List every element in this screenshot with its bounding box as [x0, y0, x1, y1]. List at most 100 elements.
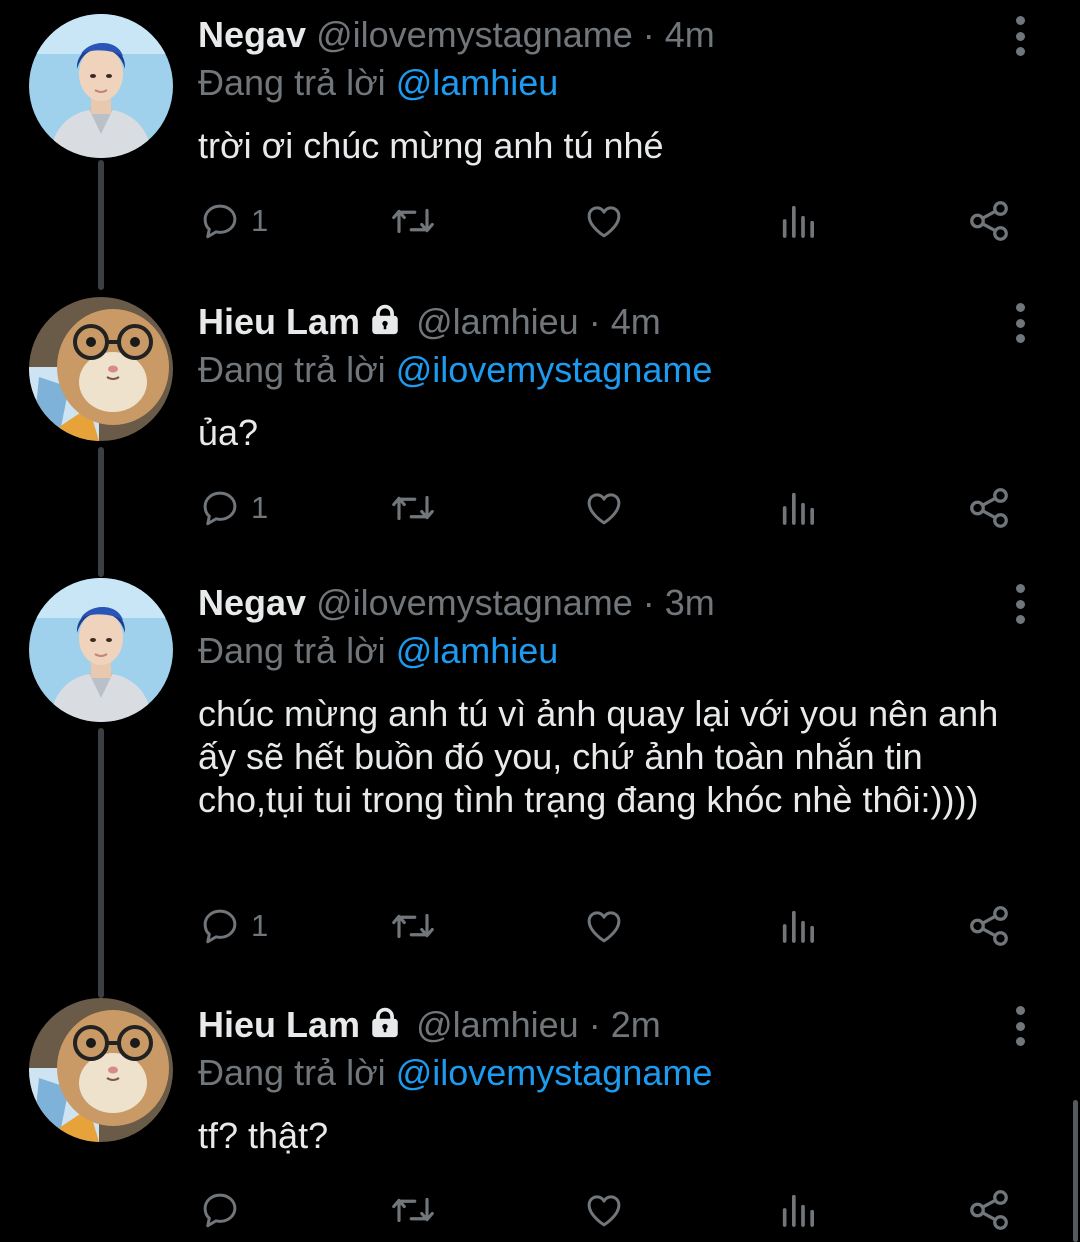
- share-icon: [970, 488, 1008, 528]
- views-button[interactable]: [778, 1185, 818, 1235]
- more-icon[interactable]: [1008, 1006, 1032, 1046]
- avatar[interactable]: [29, 998, 173, 1142]
- like-button[interactable]: [582, 901, 626, 951]
- views-button[interactable]: [778, 196, 818, 246]
- scrollbar[interactable]: [1073, 1100, 1078, 1242]
- user-handle[interactable]: @ilovemystagname: [316, 582, 633, 623]
- separator-dot: ·: [588, 301, 601, 342]
- views-button[interactable]: [778, 901, 818, 951]
- like-icon: [587, 206, 621, 238]
- mention-link[interactable]: @ilovemystagname: [396, 1052, 713, 1093]
- tweet-header: Negav @ilovemystagname · 4m: [198, 14, 715, 56]
- display-name[interactable]: Negav: [198, 14, 306, 55]
- tweet[interactable]: Hieu Lam @lamhieu · 2m Đang trả lời @ilo…: [0, 990, 1080, 1242]
- reply-icon: [203, 1193, 237, 1228]
- like-icon: [587, 911, 621, 943]
- replying-to: Đang trả lời @lamhieu: [198, 630, 558, 672]
- tweet[interactable]: Hieu Lam @lamhieu · 4m Đang trả lời @ilo…: [0, 287, 1080, 577]
- retweet-icon: [392, 495, 434, 521]
- tweet[interactable]: Negav @ilovemystagname · 3m Đang trả lời…: [0, 568, 1080, 998]
- share-icon: [970, 201, 1008, 241]
- lock-icon: [372, 1007, 398, 1038]
- action-bar: 1: [0, 901, 1080, 951]
- reply-button[interactable]: 1: [199, 196, 268, 246]
- replying-to: Đang trả lời @ilovemystagname: [198, 349, 712, 391]
- replying-to: Đang trả lời @ilovemystagname: [198, 1052, 712, 1094]
- avatar[interactable]: [29, 297, 173, 441]
- user-handle[interactable]: @lamhieu: [416, 1004, 579, 1045]
- more-icon[interactable]: [1008, 584, 1032, 624]
- share-button[interactable]: [966, 1185, 1012, 1235]
- retweet-button[interactable]: [387, 196, 439, 246]
- share-button[interactable]: [966, 483, 1012, 533]
- like-button[interactable]: [582, 483, 626, 533]
- tweet[interactable]: Negav @ilovemystagname · 4m Đang trả lời…: [0, 0, 1080, 290]
- tweet-text: tf? thật?: [198, 1115, 329, 1156]
- tweet-header: Hieu Lam @lamhieu · 2m: [198, 1004, 661, 1046]
- replying-prefix: Đang trả lời: [198, 349, 386, 390]
- reply-button[interactable]: 1: [199, 901, 268, 951]
- separator-dot: ·: [642, 14, 655, 55]
- reply-count: 1: [251, 490, 269, 525]
- lock-icon: [372, 304, 398, 335]
- tweet-header: Negav @ilovemystagname · 3m: [198, 582, 715, 624]
- views-icon: [782, 1194, 814, 1227]
- more-icon[interactable]: [1008, 303, 1032, 343]
- retweet-icon: [392, 208, 434, 234]
- action-bar: 1: [0, 196, 1080, 246]
- reply-count: 1: [251, 908, 269, 943]
- reply-thread: Negav @ilovemystagname · 4m Đang trả lời…: [0, 0, 1080, 1242]
- display-name[interactable]: Hieu Lam: [198, 301, 360, 342]
- avatar[interactable]: [29, 14, 173, 158]
- timestamp[interactable]: 2m: [611, 1004, 661, 1045]
- replying-prefix: Đang trả lời: [198, 630, 386, 671]
- action-bar: 1: [0, 483, 1080, 533]
- share-icon: [970, 1190, 1008, 1230]
- tweet-text: ủa?: [198, 412, 259, 453]
- separator-dot: ·: [642, 582, 655, 623]
- like-icon: [587, 493, 621, 525]
- person-avatar: [29, 578, 173, 722]
- replying-prefix: Đang trả lời: [198, 62, 386, 103]
- tweet-header: Hieu Lam @lamhieu · 4m: [198, 301, 661, 343]
- views-icon: [782, 492, 814, 525]
- reply-icon: [203, 491, 237, 526]
- share-button[interactable]: [966, 196, 1012, 246]
- tweet-text: chúc mừng anh tú vì ảnh quay lại với you…: [198, 693, 999, 820]
- timestamp[interactable]: 4m: [665, 14, 715, 55]
- tweet-text: trời ơi chúc mừng anh tú nhé: [198, 125, 664, 166]
- reply-icon: [203, 909, 237, 944]
- replying-prefix: Đang trả lời: [198, 1052, 386, 1093]
- user-handle[interactable]: @ilovemystagname: [316, 14, 633, 55]
- display-name[interactable]: Negav: [198, 582, 306, 623]
- person-avatar: [29, 14, 173, 158]
- retweet-button[interactable]: [387, 1185, 439, 1235]
- reply-icon: [203, 204, 237, 239]
- retweet-button[interactable]: [387, 483, 439, 533]
- display-name[interactable]: Hieu Lam: [198, 1004, 360, 1045]
- replying-to: Đang trả lời @lamhieu: [198, 62, 558, 104]
- user-handle[interactable]: @lamhieu: [416, 301, 579, 342]
- mention-link[interactable]: @ilovemystagname: [396, 349, 713, 390]
- retweet-button[interactable]: [387, 901, 439, 951]
- timestamp[interactable]: 3m: [665, 582, 715, 623]
- like-button[interactable]: [582, 1185, 626, 1235]
- avatar[interactable]: [29, 578, 173, 722]
- views-button[interactable]: [778, 483, 818, 533]
- retweet-icon: [392, 913, 434, 939]
- action-bar: [0, 1185, 1080, 1235]
- mention-link[interactable]: @lamhieu: [396, 62, 559, 103]
- separator-dot: ·: [588, 1004, 601, 1045]
- thread-connector: [98, 728, 104, 998]
- share-icon: [970, 906, 1008, 946]
- reply-button[interactable]: [199, 1185, 251, 1235]
- reply-count: 1: [251, 203, 269, 238]
- views-icon: [782, 205, 814, 238]
- like-button[interactable]: [582, 196, 626, 246]
- timestamp[interactable]: 4m: [611, 301, 661, 342]
- retweet-icon: [392, 1197, 434, 1223]
- more-icon[interactable]: [1008, 16, 1032, 56]
- share-button[interactable]: [966, 901, 1012, 951]
- mention-link[interactable]: @lamhieu: [396, 630, 559, 671]
- reply-button[interactable]: 1: [199, 483, 268, 533]
